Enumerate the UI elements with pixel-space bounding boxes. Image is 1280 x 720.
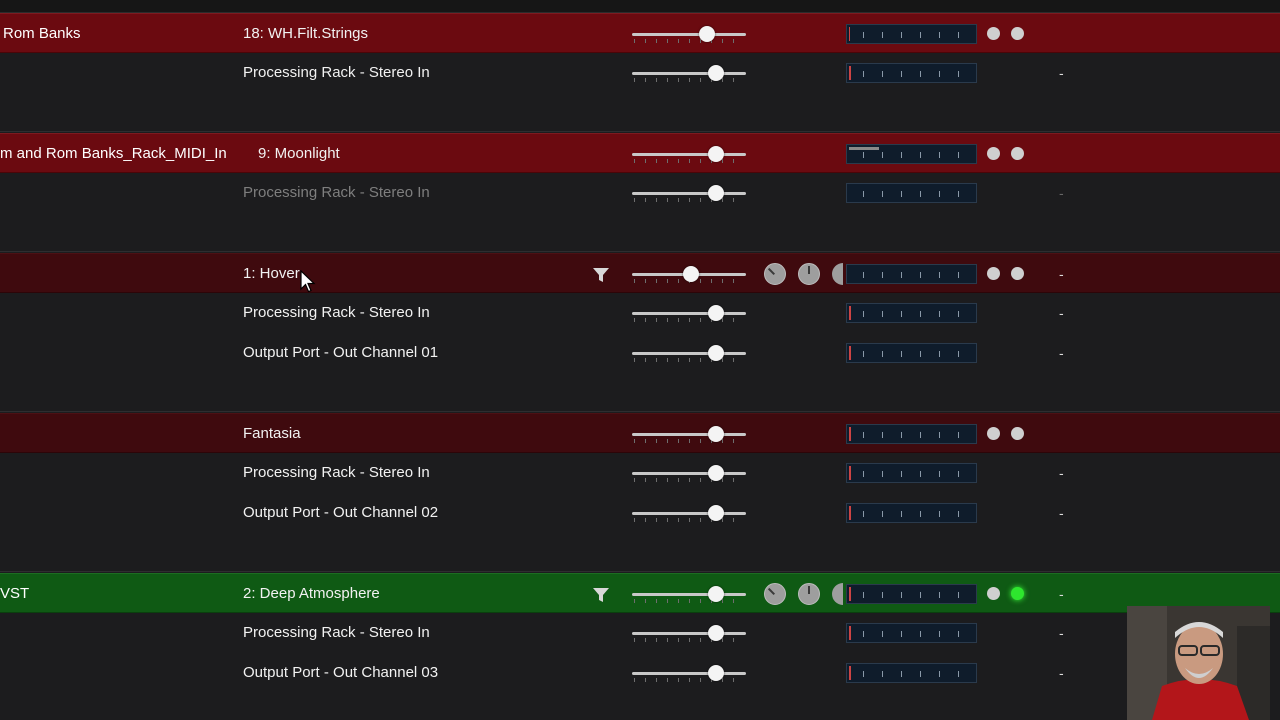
solo-led-icon[interactable] bbox=[1011, 267, 1024, 280]
track-header-row[interactable]: m and Rom Banks_Rack_MIDI_In 9: Moonligh… bbox=[0, 133, 1280, 173]
filter-icon[interactable] bbox=[592, 266, 610, 284]
route-dash: - bbox=[1059, 185, 1064, 201]
send-knob-icon[interactable] bbox=[798, 583, 820, 605]
level-meter bbox=[846, 264, 977, 284]
level-meter bbox=[846, 503, 977, 523]
volume-slider[interactable] bbox=[632, 22, 746, 46]
volume-slider[interactable] bbox=[632, 661, 746, 685]
route-dash: - bbox=[1059, 266, 1064, 282]
route-dash: - bbox=[1059, 345, 1064, 361]
route-name[interactable]: Output Port - Out Channel 01 bbox=[243, 333, 438, 373]
volume-slider[interactable] bbox=[632, 181, 746, 205]
volume-slider[interactable] bbox=[632, 301, 746, 325]
volume-slider[interactable] bbox=[632, 501, 746, 525]
track-sub-row: Output Port - Out Channel 03 - bbox=[0, 653, 1280, 693]
level-meter bbox=[846, 144, 977, 164]
track-header-row[interactable]: 1: Hover - bbox=[0, 253, 1280, 293]
active-led-icon[interactable] bbox=[1011, 587, 1024, 600]
webcam-overlay bbox=[1127, 606, 1270, 720]
separator bbox=[0, 251, 1280, 252]
track-sub-row: Processing Rack - Stereo In - bbox=[0, 173, 1280, 213]
volume-slider[interactable] bbox=[632, 61, 746, 85]
track-header-row[interactable]: Fantasia bbox=[0, 413, 1280, 453]
track-name[interactable]: 18: WH.Filt.Strings bbox=[243, 14, 368, 54]
volume-slider[interactable] bbox=[632, 341, 746, 365]
mouse-cursor-icon bbox=[300, 270, 316, 293]
track-name[interactable]: Fantasia bbox=[243, 414, 301, 454]
track-source-label: Rom Banks bbox=[3, 25, 81, 42]
track-name[interactable]: 9: Moonlight bbox=[258, 134, 340, 174]
track-sub-row: Processing Rack - Stereo In - bbox=[0, 453, 1280, 493]
track-sub-row: Output Port - Out Channel 02 - bbox=[0, 493, 1280, 533]
route-dash: - bbox=[1059, 665, 1064, 681]
route-name[interactable]: Processing Rack - Stereo In bbox=[243, 173, 430, 213]
level-meter bbox=[846, 463, 977, 483]
track-sub-row: Processing Rack - Stereo In - bbox=[0, 293, 1280, 333]
track-sub-row: Output Port - Out Channel 01 - bbox=[0, 333, 1280, 373]
presenter-image bbox=[1127, 606, 1270, 720]
filter-icon[interactable] bbox=[592, 586, 610, 604]
top-bar bbox=[0, 0, 1280, 13]
pan-knob-icon[interactable] bbox=[764, 583, 786, 605]
separator bbox=[0, 131, 1280, 132]
level-meter bbox=[846, 424, 977, 444]
mute-led-icon[interactable] bbox=[987, 267, 1000, 280]
route-dash: - bbox=[1059, 465, 1064, 481]
level-meter bbox=[846, 63, 977, 83]
route-dash: - bbox=[1059, 586, 1064, 602]
track-source-label: m and Rom Banks_Rack_MIDI_In bbox=[0, 145, 227, 162]
route-name[interactable]: Processing Rack - Stereo In bbox=[243, 453, 430, 493]
route-name[interactable]: Processing Rack - Stereo In bbox=[243, 613, 430, 653]
level-meter bbox=[846, 584, 977, 604]
route-dash: - bbox=[1059, 305, 1064, 321]
route-name[interactable]: Output Port - Out Channel 03 bbox=[243, 653, 438, 693]
mute-led-icon[interactable] bbox=[987, 427, 1000, 440]
mute-led-icon[interactable] bbox=[987, 147, 1000, 160]
separator bbox=[0, 411, 1280, 412]
route-dash: - bbox=[1059, 625, 1064, 641]
solo-led-icon[interactable] bbox=[1011, 147, 1024, 160]
track-name[interactable]: 1: Hover bbox=[243, 254, 300, 294]
mute-led-icon[interactable] bbox=[987, 587, 1000, 600]
track-sub-row: Processing Rack - Stereo In - bbox=[0, 613, 1280, 653]
route-name[interactable]: Output Port - Out Channel 02 bbox=[243, 493, 438, 533]
pan-knob-icon[interactable] bbox=[764, 263, 786, 285]
level-meter bbox=[846, 663, 977, 683]
track-source-label: VST bbox=[0, 585, 30, 602]
volume-slider[interactable] bbox=[632, 621, 746, 645]
track-sub-row: Processing Rack - Stereo In - bbox=[0, 53, 1280, 93]
route-dash: - bbox=[1059, 505, 1064, 521]
volume-slider[interactable] bbox=[632, 142, 746, 166]
track-header-row[interactable]: Rom Banks 18: WH.Filt.Strings bbox=[0, 13, 1280, 53]
track-name[interactable]: 2: Deep Atmosphere bbox=[243, 574, 380, 614]
route-name[interactable]: Processing Rack - Stereo In bbox=[243, 293, 430, 333]
volume-slider[interactable] bbox=[632, 582, 746, 606]
level-meter bbox=[846, 623, 977, 643]
level-meter bbox=[846, 343, 977, 363]
separator bbox=[0, 571, 1280, 572]
volume-slider[interactable] bbox=[632, 262, 746, 286]
route-name[interactable]: Processing Rack - Stereo In bbox=[243, 53, 430, 93]
level-meter bbox=[846, 24, 977, 44]
solo-led-icon[interactable] bbox=[1011, 27, 1024, 40]
volume-slider[interactable] bbox=[632, 461, 746, 485]
solo-led-icon[interactable] bbox=[1011, 427, 1024, 440]
track-header-row[interactable]: VST 2: Deep Atmosphere - bbox=[0, 573, 1280, 613]
level-meter bbox=[846, 183, 977, 203]
send-knob-icon[interactable] bbox=[798, 263, 820, 285]
level-meter bbox=[846, 303, 977, 323]
volume-slider[interactable] bbox=[632, 422, 746, 446]
mute-led-icon[interactable] bbox=[987, 27, 1000, 40]
route-dash: - bbox=[1059, 65, 1064, 81]
